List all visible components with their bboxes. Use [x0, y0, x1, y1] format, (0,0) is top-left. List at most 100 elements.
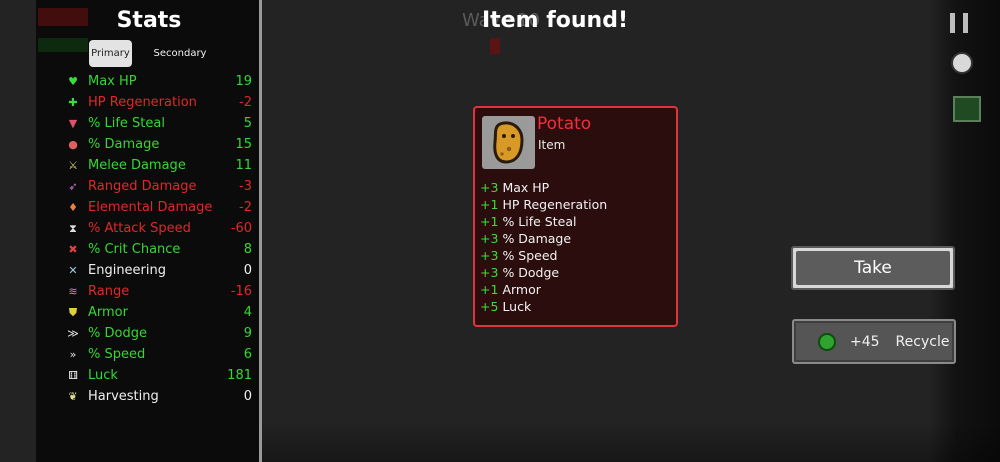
- stat-row: » % Speed 6: [64, 344, 256, 365]
- stat-row: ≋ Range -16: [64, 281, 256, 302]
- stat-row: ♥ Max HP 19: [64, 71, 256, 92]
- tab-secondary[interactable]: Secondary: [153, 40, 207, 67]
- stat-label: Engineering: [88, 263, 166, 278]
- effect-row: +1 HP Regeneration: [480, 196, 675, 213]
- regen-icon: ✚: [68, 96, 78, 109]
- stat-value: 181: [227, 368, 252, 383]
- recycle-amount: +45: [850, 333, 880, 350]
- tab-primary[interactable]: Primary: [89, 40, 132, 67]
- effect-amount: +3: [480, 265, 499, 280]
- item-card: Potato Item +3 Max HP +1 HP Regeneration +1%…: [473, 106, 678, 327]
- stat-value: 0: [243, 389, 252, 404]
- stat-value: -16: [230, 284, 252, 299]
- stat-label: HP Regeneration: [88, 95, 197, 110]
- shield-icon: ⛊: [68, 305, 78, 319]
- item-effects: +3 Max HP +1 HP Regeneration +1% Life Steal +…: [480, 179, 675, 315]
- recycle-button[interactable]: +45 Recycle: [792, 319, 956, 364]
- crit-icon: ✖: [68, 243, 78, 256]
- muscle-icon: ●: [68, 138, 78, 151]
- recycle-label: Recycle: [895, 333, 950, 350]
- take-button-label: Take: [796, 251, 950, 285]
- stat-value: -60: [230, 221, 252, 236]
- stat-label: % Speed: [88, 347, 146, 362]
- stat-value: 15: [235, 137, 252, 152]
- flame-icon: ♦: [68, 201, 78, 214]
- effect-label: HP Regeneration: [502, 197, 608, 212]
- character-icon: [951, 52, 973, 74]
- bow-icon: ➶: [68, 180, 78, 193]
- stat-value: -2: [239, 200, 252, 215]
- stat-list: ♥ Max HP 19 ✚ HP Regeneration -2 ▼ % Life Steal…: [64, 71, 256, 407]
- effect-row: +1 Armor: [480, 281, 675, 298]
- stat-label: % Dodge: [88, 326, 147, 341]
- take-button[interactable]: Take: [791, 246, 955, 290]
- range-icon: ≋: [68, 285, 78, 298]
- stat-row: ♦ Elemental Damage -2: [64, 197, 256, 218]
- arena-edge-bottom: [262, 422, 1000, 462]
- material-icon: [818, 332, 836, 351]
- heart-icon: ♥: [68, 75, 78, 88]
- effect-row: +5 Luck: [480, 298, 675, 315]
- stat-row: ⚅ Luck 181: [64, 365, 256, 386]
- stat-value: 19: [235, 74, 252, 89]
- stat-value: 4: [243, 305, 252, 320]
- fang-icon: ▼: [68, 117, 78, 130]
- stat-row: ✚ HP Regeneration -2: [64, 92, 256, 113]
- effect-row: +1% Life Steal: [480, 213, 675, 230]
- stat-row: ⚔ Melee Damage 11: [64, 155, 256, 176]
- stat-label: Armor: [88, 305, 128, 320]
- stat-value: 11: [235, 158, 252, 173]
- stat-value: 5: [243, 116, 252, 131]
- effect-label: % Life Steal: [502, 214, 577, 229]
- stat-label: % Crit Chance: [88, 242, 181, 257]
- effect-amount: +1: [480, 197, 499, 212]
- stat-row: ✖ % Crit Chance 8: [64, 239, 256, 260]
- effect-amount: +5: [480, 299, 499, 314]
- item-icon-frame: [482, 116, 535, 169]
- effect-amount: +1: [480, 214, 499, 229]
- recycle-button-content: +45 Recycle: [796, 323, 952, 360]
- stat-label: % Attack Speed: [88, 221, 191, 236]
- hp-bar-background: [38, 8, 88, 26]
- stat-label: Harvesting: [88, 389, 159, 404]
- stat-value: 0: [243, 263, 252, 278]
- stat-value: -3: [239, 179, 252, 194]
- item-name: Potato: [537, 114, 592, 134]
- effect-row: +3 Max HP: [480, 179, 675, 196]
- xp-bar-background: [38, 38, 88, 52]
- wave-marker: [490, 38, 500, 54]
- stat-value: 9: [243, 326, 252, 341]
- stat-row: ≫ % Dodge 9: [64, 323, 256, 344]
- stat-value: 6: [243, 347, 252, 362]
- stat-row: ⛊ Armor 4: [64, 302, 256, 323]
- stat-label: Melee Damage: [88, 158, 186, 173]
- effect-label: % Damage: [502, 231, 572, 246]
- stat-row: ❦ Harvesting 0: [64, 386, 256, 407]
- effect-label: Max HP: [502, 180, 550, 195]
- panel-divider: [259, 0, 262, 462]
- speed-icon: »: [69, 348, 77, 361]
- effect-label: Armor: [502, 282, 541, 297]
- stat-label: Ranged Damage: [88, 179, 197, 194]
- effect-label: Luck: [502, 299, 532, 314]
- sword-icon: ⚔: [68, 159, 78, 172]
- stat-row: ● % Damage 15: [64, 134, 256, 155]
- effect-row: +3% Damage: [480, 230, 675, 247]
- stat-row: ⧗ % Attack Speed -60: [64, 218, 256, 239]
- stat-label: % Damage: [88, 137, 160, 152]
- wrench-icon: ✕: [68, 264, 78, 277]
- stat-label: % Life Steal: [88, 116, 165, 131]
- hourglass-icon: ⧗: [69, 221, 77, 235]
- stats-title: Stats: [116, 8, 182, 33]
- harvest-icon: ❦: [68, 390, 78, 403]
- dodge-icon: ≫: [67, 327, 79, 340]
- stat-label: Max HP: [88, 74, 137, 89]
- effect-label: % Dodge: [502, 265, 560, 280]
- stat-row: ▼ % Life Steal 5: [64, 113, 256, 134]
- effect-amount: +3: [480, 180, 499, 195]
- effect-row: +3% Dodge: [480, 264, 675, 281]
- effect-amount: +3: [480, 231, 499, 246]
- stat-value: 8: [243, 242, 252, 257]
- pause-icon[interactable]: [950, 13, 968, 33]
- item-found-title: Item found!: [482, 8, 628, 33]
